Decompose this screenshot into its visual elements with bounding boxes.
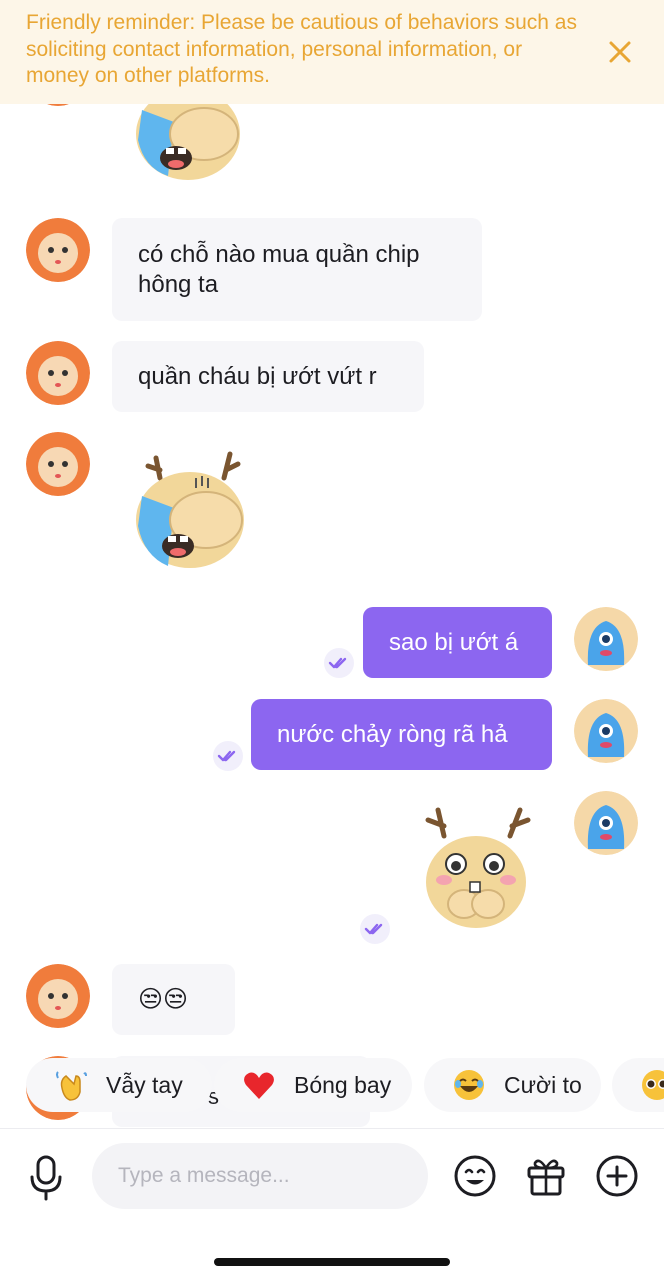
microphone-icon[interactable]	[24, 1153, 68, 1201]
chip-label: Bóng bay	[294, 1071, 392, 1098]
outgoing-message[interactable]: nước chảy ròng rã hả	[251, 699, 552, 770]
contact-avatar[interactable]	[26, 964, 90, 1028]
chat-thread[interactable]: có chỗ nào mua quần chip hông ta quần ch…	[0, 0, 664, 1130]
incoming-message[interactable]: 😒😒	[112, 964, 235, 1035]
chip-label: Cười to	[504, 1071, 582, 1098]
laughing-face-icon	[452, 1068, 486, 1102]
incoming-message[interactable]: có chỗ nào mua quần chip hông ta	[112, 218, 482, 321]
message-text: có chỗ nào mua quần chip hông ta	[138, 241, 420, 298]
read-receipt-icon	[324, 648, 354, 678]
my-avatar[interactable]	[574, 699, 638, 763]
shy-deer-sticker[interactable]	[420, 806, 532, 935]
quick-reply-bar[interactable]: Vẫy tay Bóng bay Cười to	[0, 1058, 664, 1112]
contact-avatar[interactable]	[26, 432, 90, 496]
chip-label: Vẫy tay	[106, 1071, 183, 1098]
banner-text: Friendly reminder: Please be cautious of…	[26, 11, 577, 87]
message-text: quần cháu bị ướt vứt r	[138, 362, 377, 390]
pleading-face-icon	[640, 1068, 664, 1102]
waving-hand-icon	[54, 1068, 88, 1102]
quick-reply-balloon[interactable]: Bóng bay	[214, 1058, 412, 1112]
emoji-icon[interactable]	[452, 1153, 498, 1199]
incoming-message[interactable]: quần cháu bị ướt vứt r	[112, 341, 424, 412]
crying-deer-sticker[interactable]	[126, 448, 256, 577]
safety-reminder-banner: Friendly reminder: Please be cautious of…	[0, 0, 664, 104]
gift-icon[interactable]	[523, 1153, 569, 1199]
close-icon[interactable]	[602, 34, 638, 70]
my-avatar[interactable]	[574, 791, 638, 855]
read-receipt-icon	[213, 741, 243, 771]
add-icon[interactable]	[594, 1153, 640, 1199]
read-receipt-icon	[360, 914, 390, 944]
outgoing-message[interactable]: sao bị ướt á	[363, 607, 552, 678]
home-indicator	[214, 1258, 450, 1266]
quick-reply-laugh[interactable]: Cười to	[424, 1058, 601, 1112]
contact-avatar[interactable]	[26, 218, 90, 282]
quick-reply-wave[interactable]: Vẫy tay	[26, 1058, 212, 1112]
message-input[interactable]	[92, 1143, 428, 1209]
quick-reply-pleading[interactable]	[612, 1058, 664, 1112]
message-text: nước chảy ròng rã hả	[277, 720, 508, 748]
message-text: 😒😒	[138, 985, 189, 1013]
message-text: sao bị ướt á	[389, 628, 519, 656]
my-avatar[interactable]	[574, 607, 638, 671]
contact-avatar[interactable]	[26, 341, 90, 405]
crying-deer-sticker[interactable]	[126, 88, 256, 191]
heart-icon	[242, 1068, 276, 1102]
